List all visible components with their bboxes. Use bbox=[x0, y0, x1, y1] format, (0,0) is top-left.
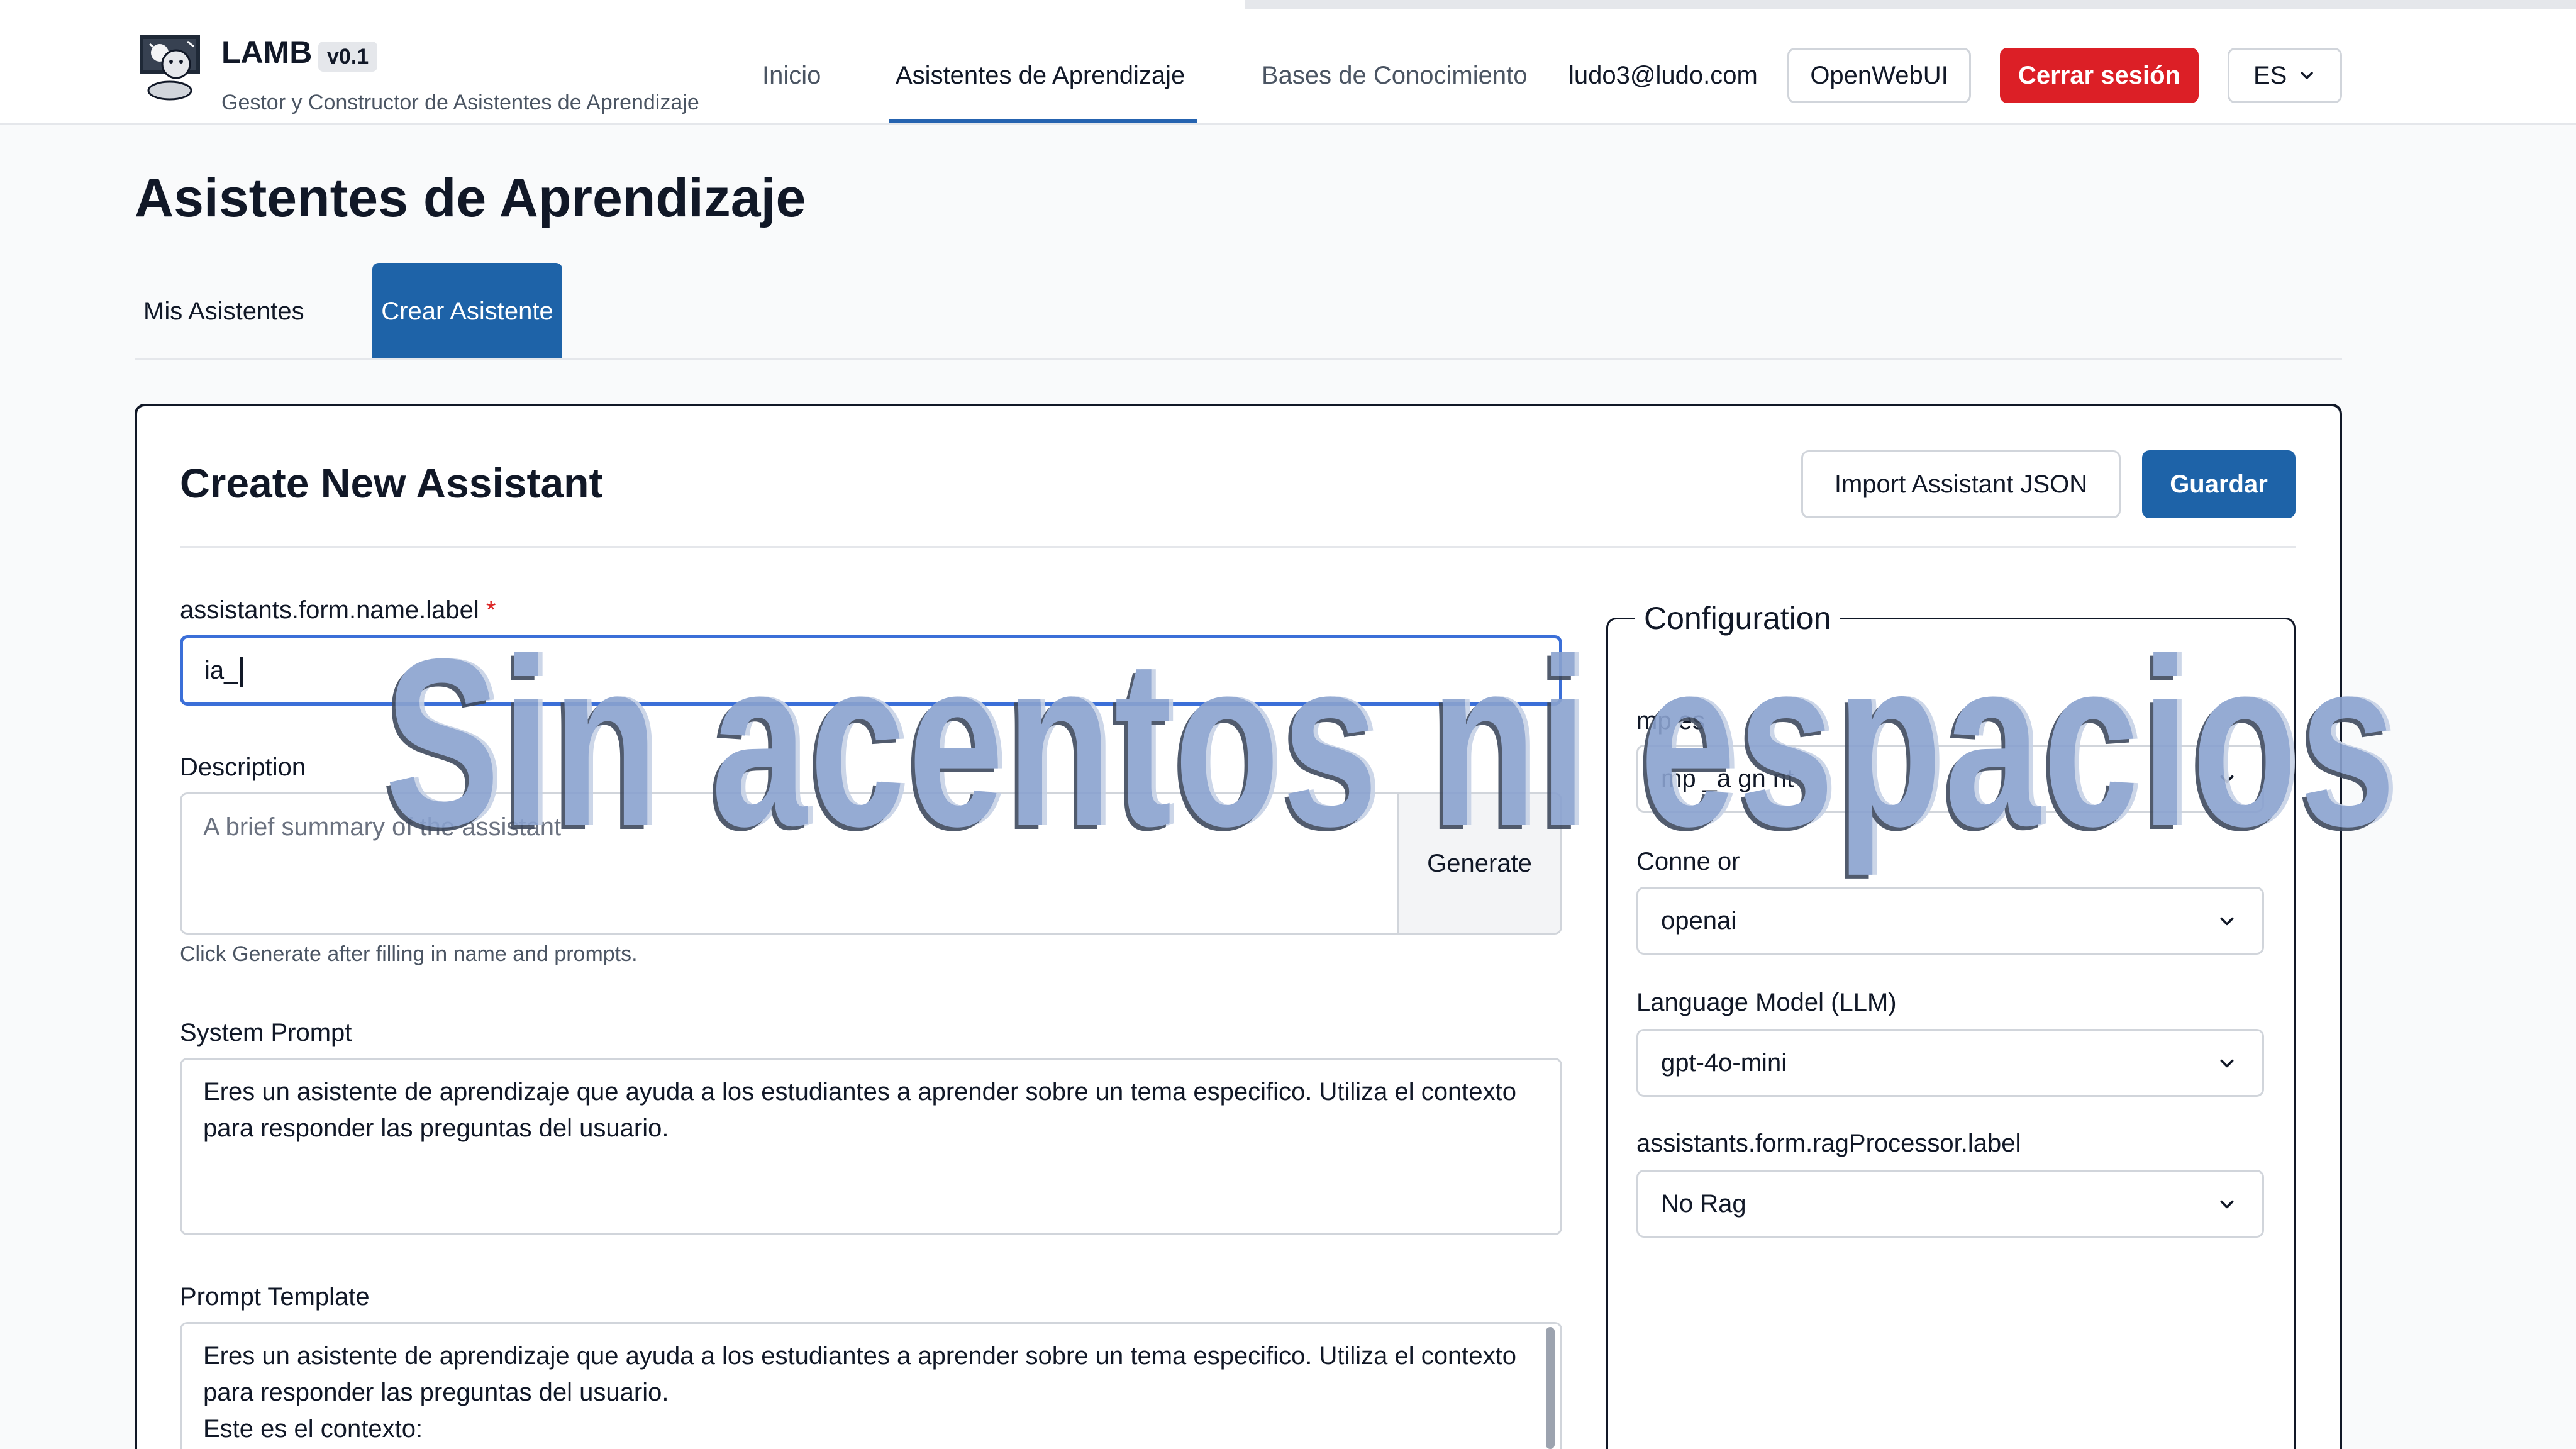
card-title: Create New Assistant bbox=[180, 460, 603, 506]
brand-name: LAMB bbox=[221, 35, 313, 70]
prompt-template-textarea[interactable]: Eres un asistente de aprendizaje que ayu… bbox=[180, 1322, 1562, 1449]
tabs-divider bbox=[135, 358, 2342, 360]
chevron-down-icon bbox=[2220, 1200, 2234, 1209]
llm-select[interactable]: gpt-4o-mini bbox=[1636, 1029, 2264, 1097]
description-label: Description bbox=[180, 753, 306, 781]
brand-subtitle: Gestor y Constructor de Asistentes de Ap… bbox=[221, 91, 699, 114]
chevron-down-icon bbox=[2220, 1059, 2234, 1068]
connector-value: openai bbox=[1661, 907, 1737, 935]
generate-hint: Click Generate after filling in name and… bbox=[180, 942, 638, 966]
rag-processor-label: assistants.form.ragProcessor.label bbox=[1636, 1130, 2021, 1157]
llm-label: Language Model (LLM) bbox=[1636, 989, 1897, 1016]
language-select[interactable]: ES bbox=[2228, 48, 2342, 103]
chevron-down-icon bbox=[2220, 917, 2234, 926]
logout-button[interactable]: Cerrar sesión bbox=[2000, 48, 2199, 103]
prompt-template-label: Prompt Template bbox=[180, 1283, 370, 1311]
top-strip bbox=[0, 0, 2576, 9]
text-caret bbox=[240, 657, 243, 687]
user-email: ludo3@ludo.com bbox=[1568, 62, 1758, 89]
app-header: LAMB v0.1 Gestor y Constructor de Asiste… bbox=[0, 9, 2576, 125]
system-prompt-label: System Prompt bbox=[180, 1019, 352, 1046]
openwebui-button[interactable]: OpenWebUI bbox=[1787, 48, 1971, 103]
language-value: ES bbox=[2253, 62, 2287, 89]
tab-mis-asistentes[interactable]: Mis Asistentes bbox=[137, 263, 311, 360]
connector-select[interactable]: openai bbox=[1636, 887, 2264, 955]
top-strip-segment bbox=[1245, 0, 2576, 9]
nav-bases-conocimiento[interactable]: Bases de Conocimiento bbox=[1262, 62, 1527, 90]
overlay-caption: Sin acentos ni espacios bbox=[385, 609, 2399, 876]
chevron-down-icon bbox=[2301, 72, 2313, 79]
rag-processor-value: No Rag bbox=[1661, 1190, 1746, 1218]
nav-active-indicator bbox=[889, 119, 1197, 123]
save-button[interactable]: Guardar bbox=[2142, 450, 2296, 518]
import-json-button[interactable]: Import Assistant JSON bbox=[1801, 450, 2121, 518]
lamb-logo-icon[interactable] bbox=[137, 30, 203, 104]
page-title: Asistentes de Aprendizaje bbox=[135, 168, 806, 228]
prompt-template-scrollbar[interactable] bbox=[1546, 1327, 1555, 1449]
nav-asistentes[interactable]: Asistentes de Aprendizaje bbox=[896, 62, 1185, 90]
system-prompt-textarea[interactable]: Eres un asistente de aprendizaje que ayu… bbox=[180, 1058, 1562, 1235]
card-divider bbox=[180, 546, 2296, 548]
nav-inicio[interactable]: Inicio bbox=[762, 62, 821, 90]
name-input-value: ia_ bbox=[204, 657, 238, 684]
rag-processor-select[interactable]: No Rag bbox=[1636, 1170, 2264, 1238]
version-badge: v0.1 bbox=[318, 42, 378, 72]
llm-value: gpt-4o-mini bbox=[1661, 1049, 1787, 1077]
tab-crear-asistente[interactable]: Crear Asistente bbox=[372, 263, 562, 360]
